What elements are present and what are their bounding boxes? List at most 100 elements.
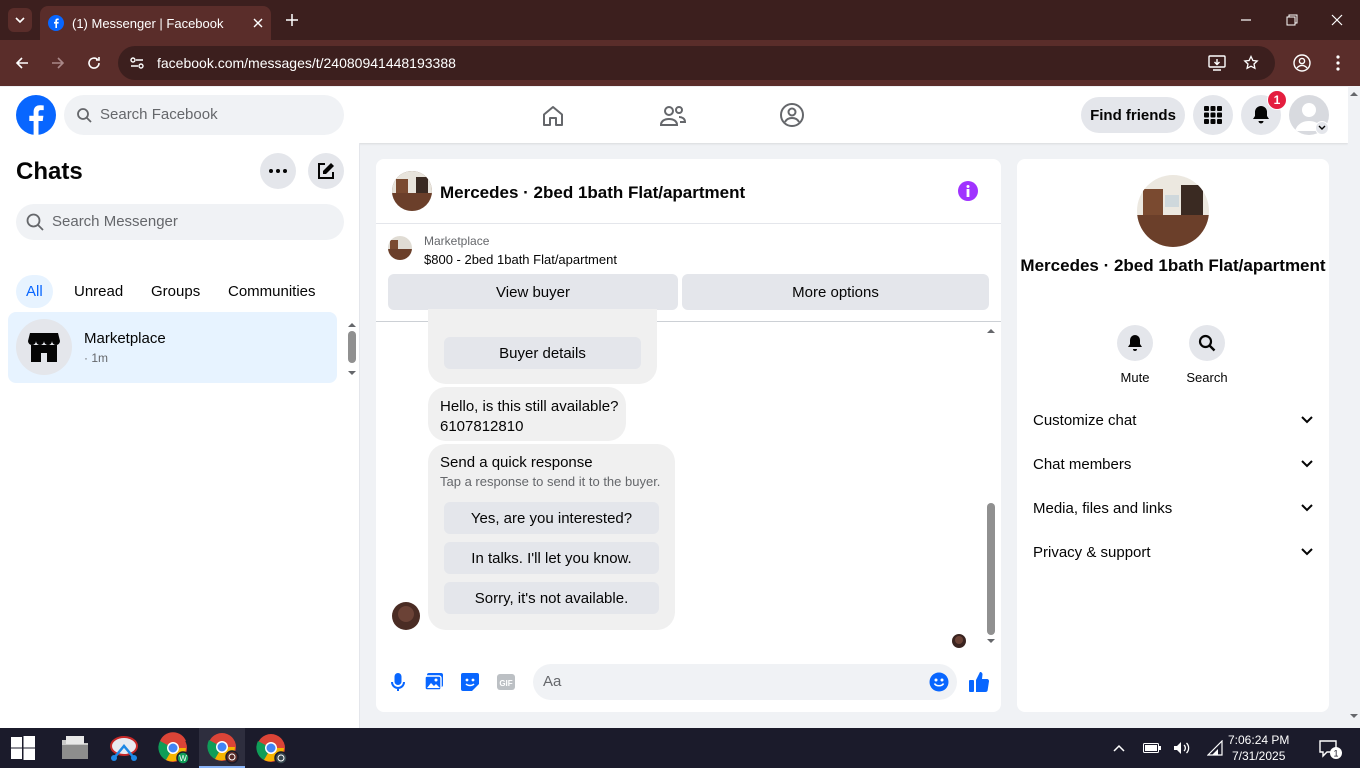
filter-all[interactable]: All <box>16 275 53 308</box>
listing-price: $800 - 2bed 1bath Flat/apartment <box>424 252 617 267</box>
read-receipt-avatar <box>952 634 966 648</box>
facebook-logo-icon[interactable] <box>16 95 56 135</box>
facebook-favicon-icon <box>48 15 64 31</box>
file-explorer-icon[interactable] <box>58 732 92 764</box>
details-avatar[interactable] <box>1137 175 1209 247</box>
message-phone-number: 6107812810 <box>440 418 524 435</box>
listing-thumbnail <box>388 236 412 260</box>
marketplace-label: Marketplace <box>424 234 490 248</box>
page-scrollbar[interactable] <box>1348 87 1360 728</box>
clock-date: 7/31/2025 <box>1231 749 1286 763</box>
photo-icon[interactable] <box>424 672 444 692</box>
chevron-down-icon <box>1301 548 1313 556</box>
battery-icon[interactable] <box>1142 740 1162 756</box>
gif-icon[interactable]: GIF <box>496 672 516 692</box>
groups-icon[interactable] <box>779 102 805 128</box>
browser-tab[interactable]: (1) Messenger | Facebook <box>40 6 271 40</box>
search-action[interactable]: Search <box>1177 325 1237 385</box>
section-label: Chat members <box>1033 455 1132 473</box>
network-icon[interactable] <box>1206 739 1226 757</box>
sticker-icon[interactable] <box>460 672 480 692</box>
new-message-button[interactable] <box>308 153 344 189</box>
url-bar[interactable]: facebook.com/messages/t/2408094144819338… <box>118 46 1275 80</box>
bell-icon <box>1128 335 1142 351</box>
chrome-profile-icon[interactable] <box>252 731 290 765</box>
grid-icon <box>1204 106 1222 124</box>
sender-avatar[interactable] <box>392 602 420 630</box>
account-chevron-icon[interactable] <box>1315 121 1329 135</box>
messenger-search-placeholder: Search Messenger <box>52 213 178 230</box>
quick-response-interested[interactable]: Yes, are you interested? <box>444 502 659 534</box>
buyer-details-button[interactable]: Buyer details <box>444 337 641 369</box>
view-buyer-button[interactable]: View buyer <box>388 274 678 310</box>
bell-icon <box>1253 106 1269 124</box>
chat-members-section[interactable]: Chat members <box>1033 452 1313 476</box>
quick-response-card: Send a quick response Tap a response to … <box>428 444 675 630</box>
message-input[interactable]: Aa <box>533 664 957 700</box>
quick-response-not-available[interactable]: Sorry, it's not available. <box>444 582 659 614</box>
info-icon[interactable] <box>958 181 978 201</box>
windows-start-icon[interactable] <box>10 736 36 760</box>
tab-list-icon[interactable] <box>8 8 32 32</box>
quick-response-in-talks[interactable]: In talks. I'll let you know. <box>444 542 659 574</box>
chrome-active-window-icon[interactable] <box>199 728 245 768</box>
filter-communities[interactable]: Communities <box>218 275 326 308</box>
mute-bell-button[interactable] <box>1117 325 1153 361</box>
message-text-line: Hello, is this still available? <box>440 398 619 415</box>
show-hidden-icons-chevron-icon[interactable] <box>1110 740 1128 756</box>
notification-badge: 1 <box>1267 90 1287 110</box>
action-center-icon[interactable]: 1 <box>1316 738 1344 760</box>
messages-scrollbar[interactable] <box>986 325 996 649</box>
media-files-links-section[interactable]: Media, files and links <box>1033 496 1313 520</box>
mute-action[interactable]: Mute <box>1105 325 1165 385</box>
minimize-icon[interactable] <box>1236 10 1256 30</box>
chrome-profile-w-icon[interactable]: W <box>154 731 192 765</box>
system-clock[interactable]: 7:06:24 PM 7/31/2025 <box>1228 732 1289 764</box>
browser-menu-icon[interactable] <box>1328 53 1348 73</box>
search-icon <box>76 107 92 123</box>
more-dots-icon <box>269 169 287 173</box>
chat-item-marketplace[interactable]: Marketplace · 1m <box>8 312 337 383</box>
close-window-icon[interactable] <box>1327 10 1347 30</box>
close-tab-icon[interactable] <box>253 18 263 28</box>
conversation-title: Mercedes · 2bed 1bath Flat/apartment <box>440 183 746 202</box>
microphone-icon[interactable] <box>388 672 408 692</box>
filter-unread[interactable]: Unread <box>64 275 133 308</box>
home-icon[interactable] <box>540 103 566 129</box>
quick-response-title: Send a quick response <box>440 454 593 471</box>
privacy-support-section[interactable]: Privacy & support <box>1033 540 1313 564</box>
search-conversation-button[interactable] <box>1189 325 1225 361</box>
reload-icon[interactable] <box>84 53 104 73</box>
new-tab-icon[interactable] <box>282 10 302 30</box>
forward-icon[interactable] <box>48 53 68 73</box>
mute-label: Mute <box>1120 370 1150 385</box>
volume-icon[interactable] <box>1172 739 1192 757</box>
filter-groups[interactable]: Groups <box>141 275 210 308</box>
search-icon <box>1198 334 1216 352</box>
snipping-tool-icon[interactable] <box>106 732 142 764</box>
find-friends-button[interactable]: Find friends <box>1081 97 1185 133</box>
restore-icon[interactable] <box>1282 10 1302 30</box>
details-panel: Mercedes · 2bed 1bath Flat/apartment Mut… <box>1017 159 1329 712</box>
site-info-icon[interactable] <box>128 54 146 72</box>
facebook-search-input[interactable]: Search Facebook <box>64 95 344 135</box>
bookmark-star-icon[interactable] <box>1242 54 1260 72</box>
menu-grid-button[interactable] <box>1193 95 1233 135</box>
friends-icon[interactable] <box>660 103 686 129</box>
chats-options-button[interactable] <box>260 153 296 189</box>
facebook-search-placeholder: Search Facebook <box>100 106 218 123</box>
chat-list-scrollbar[interactable] <box>347 321 357 375</box>
back-icon[interactable] <box>12 53 32 73</box>
customize-chat-section[interactable]: Customize chat <box>1033 408 1313 432</box>
header-divider <box>376 223 1001 224</box>
messenger-search-input[interactable]: Search Messenger <box>16 204 344 240</box>
profile-icon[interactable] <box>1292 53 1312 73</box>
quick-response-subtitle: Tap a response to send it to the buyer. <box>440 474 661 489</box>
chevron-down-icon <box>1301 460 1313 468</box>
emoji-icon[interactable] <box>929 672 949 692</box>
more-options-button[interactable]: More options <box>682 274 989 310</box>
message-bubble: Hello, is this still available? 61078128… <box>428 387 626 441</box>
listing-avatar[interactable] <box>392 171 432 211</box>
like-thumbs-up-icon[interactable] <box>967 670 991 694</box>
install-app-icon[interactable] <box>1208 54 1226 72</box>
